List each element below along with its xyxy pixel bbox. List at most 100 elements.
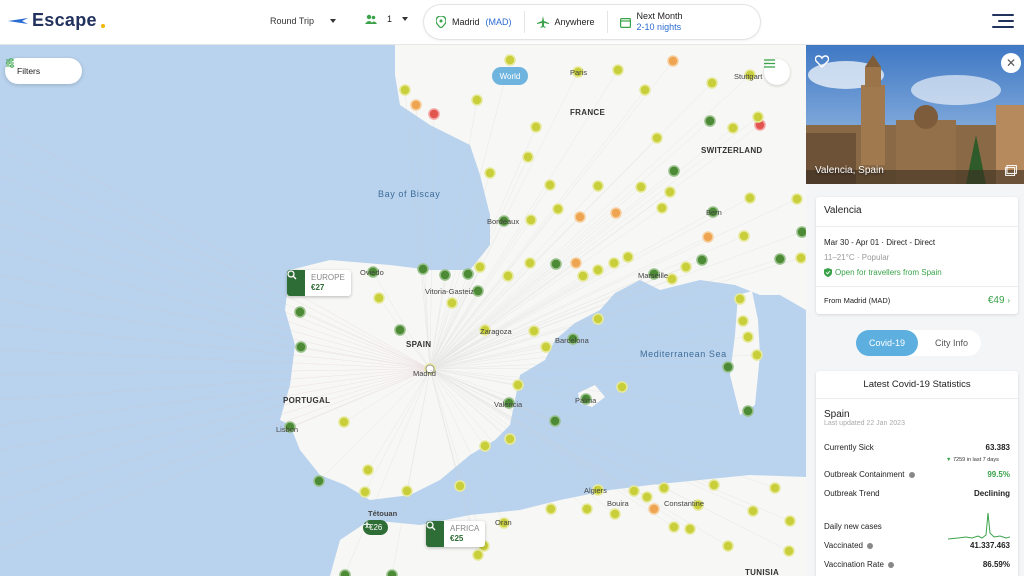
destination-dot[interactable] (401, 485, 413, 497)
destination-dot[interactable] (658, 482, 670, 494)
destination-dot[interactable] (410, 99, 422, 111)
destination-dot[interactable] (446, 297, 458, 309)
destination-dot[interactable] (512, 379, 524, 391)
destination-dot[interactable] (530, 121, 542, 133)
destination-dot[interactable] (641, 491, 653, 503)
menu-icon[interactable] (992, 14, 1014, 32)
info-icon[interactable] (908, 471, 915, 478)
destination-dot[interactable] (592, 264, 604, 276)
map-canvas[interactable]: Filters World FRANCE SWITZERLAND SPAIN P… (0, 45, 806, 576)
destination-dot[interactable] (696, 254, 708, 266)
destination-dot[interactable] (359, 486, 371, 498)
destination-dot[interactable] (639, 84, 651, 96)
destination-dot[interactable] (616, 381, 628, 393)
destination-dot[interactable] (552, 203, 564, 215)
gallery-icon[interactable] (1005, 165, 1017, 176)
destination-dot[interactable] (472, 549, 484, 561)
destination-dot[interactable] (525, 214, 537, 226)
destination-dot[interactable] (795, 252, 806, 264)
destination-dot[interactable] (783, 545, 795, 557)
passenger-select[interactable]: 1 (365, 14, 409, 24)
destination-dot[interactable] (439, 269, 451, 281)
price-badge[interactable]: €26 (363, 520, 389, 535)
destination-dot[interactable] (742, 405, 754, 417)
tab-city-info[interactable]: City Info (922, 330, 981, 356)
destination-dot[interactable] (664, 186, 676, 198)
from-price-row[interactable]: From Madrid (MAD) €49 › (816, 286, 1018, 314)
destination-dot[interactable] (549, 415, 561, 427)
destination-dot[interactable] (684, 523, 696, 535)
destination-dot[interactable] (651, 132, 663, 144)
destination-dot[interactable] (708, 479, 720, 491)
destination-dot[interactable] (362, 464, 374, 476)
destination-dot[interactable] (295, 341, 307, 353)
destination-dot[interactable] (544, 179, 556, 191)
destination-dot[interactable] (628, 485, 640, 497)
info-icon[interactable] (867, 542, 873, 549)
destination-dot[interactable] (417, 263, 429, 275)
destination-dot[interactable] (504, 54, 516, 66)
logo[interactable]: Escape (8, 10, 105, 31)
destination-dot[interactable] (294, 306, 306, 318)
destination-dot[interactable] (668, 165, 680, 177)
destination-dot[interactable] (648, 503, 660, 515)
dates-field[interactable]: Next Month 2-10 nights (606, 11, 695, 33)
destination-dot[interactable] (791, 193, 803, 205)
region-tag-africa[interactable]: AFRICA €25 (426, 521, 486, 547)
trip-type-select[interactable]: Round Trip (270, 16, 337, 26)
destination-dot[interactable] (540, 341, 552, 353)
destination-dot[interactable] (722, 361, 734, 373)
destination-dot[interactable] (592, 313, 604, 325)
destination-dot[interactable] (747, 505, 759, 517)
destination-dot[interactable] (339, 569, 351, 576)
destination-dot[interactable] (734, 293, 746, 305)
destination-dot[interactable] (702, 231, 714, 243)
destination-dot[interactable] (338, 416, 350, 428)
destination-dot[interactable] (577, 270, 589, 282)
destination-dot[interactable] (752, 111, 764, 123)
destination-dot[interactable] (704, 115, 716, 127)
destination-dot[interactable] (612, 64, 624, 76)
destination-dot[interactable] (738, 230, 750, 242)
destination-dot[interactable] (656, 202, 668, 214)
world-view-button[interactable]: World (492, 67, 528, 85)
destination-dot[interactable] (667, 55, 679, 67)
destination-dot[interactable] (502, 270, 514, 282)
destination-dot[interactable] (784, 515, 796, 527)
filters-button[interactable]: Filters (5, 58, 82, 84)
destination-dot[interactable] (769, 482, 781, 494)
destination-dot[interactable] (474, 261, 486, 273)
destination-dot[interactable] (622, 251, 634, 263)
destination-dot[interactable] (313, 475, 325, 487)
destination-dot[interactable] (610, 207, 622, 219)
destination-dot[interactable] (504, 433, 516, 445)
destination-dot[interactable] (680, 261, 692, 273)
destination-dot[interactable] (737, 315, 749, 327)
destination-dot[interactable] (373, 292, 385, 304)
destination-dot[interactable] (454, 480, 466, 492)
destination-dot[interactable] (608, 257, 620, 269)
destination-dot[interactable] (744, 192, 756, 204)
region-tag-europe[interactable]: EUROPE €27 (287, 270, 351, 296)
destination-field[interactable]: Anywhere (523, 11, 607, 33)
destination-dot[interactable] (581, 503, 593, 515)
destination-dot[interactable] (550, 258, 562, 270)
destination-dot[interactable] (570, 257, 582, 269)
destination-dot[interactable] (524, 257, 536, 269)
destination-dot[interactable] (399, 84, 411, 96)
destination-dot[interactable] (484, 167, 496, 179)
flight-card[interactable]: Valencia Mar 30 - Apr 01 · Direct - Dire… (816, 197, 1018, 314)
destination-dot[interactable] (774, 253, 786, 265)
destination-dot[interactable] (394, 324, 406, 336)
origin-field[interactable]: Madrid (MAD) (424, 11, 524, 33)
destination-dot[interactable] (742, 331, 754, 343)
destination-dot[interactable] (545, 503, 557, 515)
destination-dot[interactable] (471, 94, 483, 106)
tab-covid[interactable]: Covid-19 (856, 330, 919, 356)
destination-dot[interactable] (428, 108, 440, 120)
destination-dot[interactable] (528, 325, 540, 337)
destination-dot[interactable] (668, 521, 680, 533)
destination-dot[interactable] (666, 273, 678, 285)
destination-dot[interactable] (751, 349, 763, 361)
heart-icon[interactable] (815, 55, 829, 68)
